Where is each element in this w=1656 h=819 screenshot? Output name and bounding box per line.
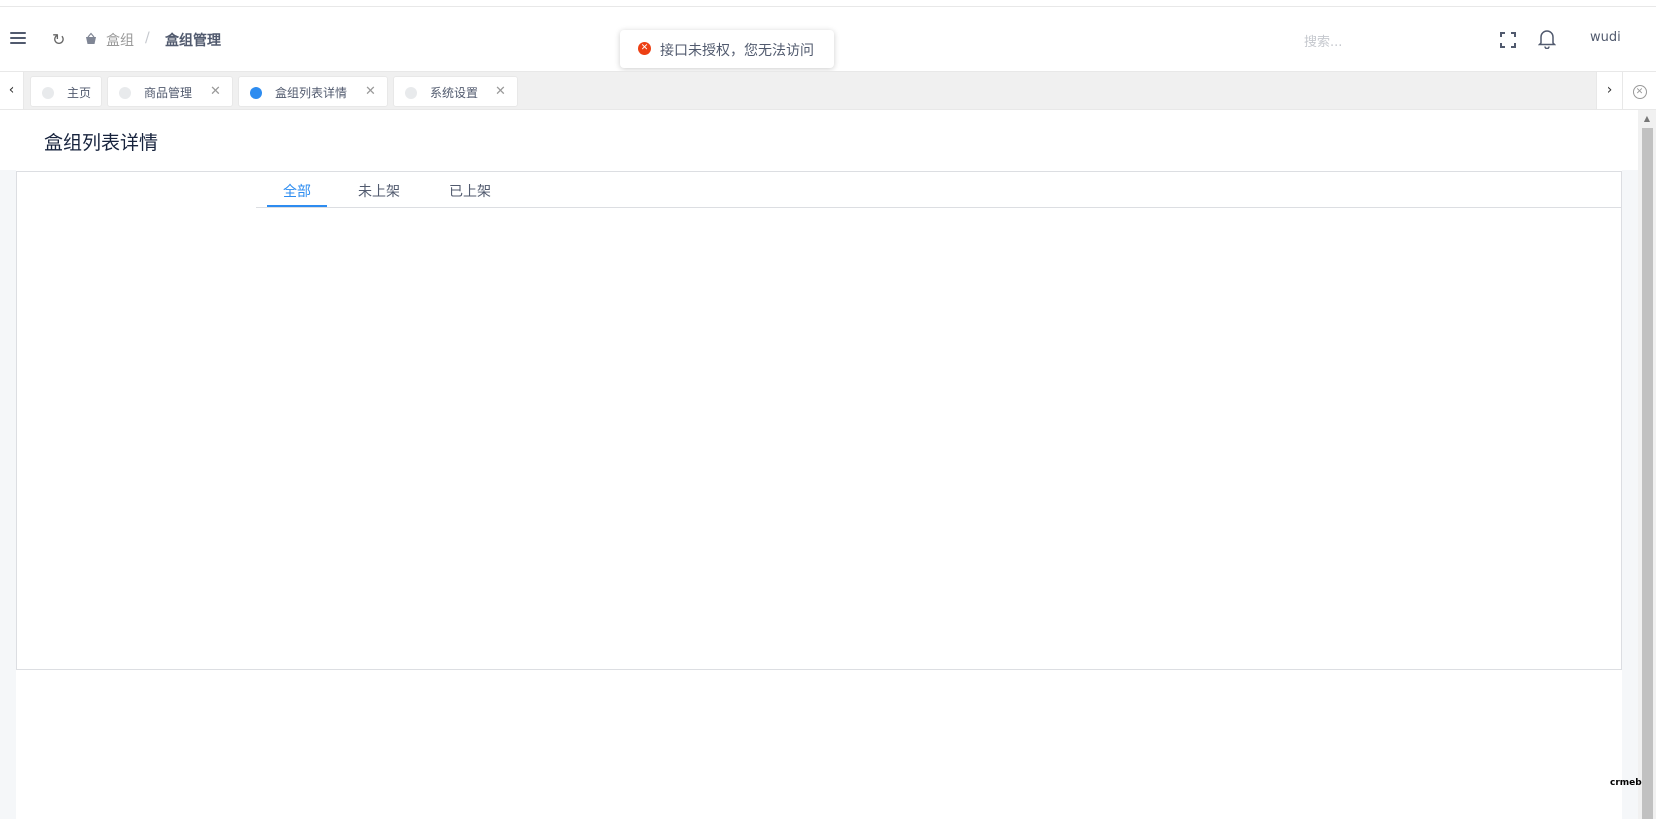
tab-listed[interactable]: 已上架 — [449, 181, 491, 201]
active-tab-indicator — [267, 205, 327, 207]
close-icon[interactable]: ✕ — [210, 84, 221, 99]
close-icon[interactable]: ✕ — [365, 84, 376, 99]
search-input[interactable]: 搜索... — [1304, 31, 1342, 50]
close-icon[interactable]: ✕ — [495, 84, 506, 99]
tab-system-settings[interactable]: 系统设置 ✕ — [393, 76, 518, 107]
tab-status-dot — [42, 87, 54, 99]
breadcrumb-separator: / — [145, 30, 150, 46]
tab-status-dot — [250, 87, 262, 99]
close-all-tabs-button[interactable]: ✕ — [1622, 72, 1656, 109]
basket-icon — [84, 32, 98, 46]
bell-icon[interactable] — [1537, 29, 1557, 50]
tab-not-listed[interactable]: 未上架 — [358, 181, 400, 201]
tab-label: 盒组列表详情 — [275, 86, 348, 100]
group-list-panel — [16, 171, 257, 670]
chevron-left-icon[interactable]: ‹ — [0, 72, 24, 109]
error-toast: ✕ 接口未授权，您无法访问 — [620, 30, 834, 68]
error-icon: ✕ — [638, 42, 651, 55]
chevron-right-icon[interactable]: › — [1596, 72, 1622, 109]
tab-bar: ‹ 主页 商品管理 ✕ 盒组列表详情 ✕ 系统设置 ✕ › ✕ — [0, 71, 1656, 110]
app-window: ↻ 盒组 / 盒组管理 ✕ 接口未授权，您无法访问 搜索... wudi ‹ 主… — [0, 0, 1656, 819]
close-circle-icon: ✕ — [1632, 84, 1647, 99]
tab-home[interactable]: 主页 — [30, 76, 102, 107]
tab-label: 主页 — [67, 86, 92, 100]
crmeb-logo: crmeb — [1610, 778, 1642, 788]
user-name[interactable]: wudi — [1590, 30, 1621, 45]
breadcrumb-item-current: 盒组管理 — [165, 33, 221, 49]
fullscreen-icon[interactable] — [1500, 32, 1516, 48]
menu-icon[interactable] — [10, 32, 26, 46]
tab-product-management[interactable]: 商品管理 ✕ — [107, 76, 233, 107]
product-list-panel — [256, 171, 1622, 670]
refresh-icon[interactable]: ↻ — [52, 32, 65, 48]
page-title: 盒组列表详情 — [44, 132, 159, 154]
tab-status-dot — [405, 87, 417, 99]
tab-all[interactable]: 全部 — [283, 181, 311, 201]
toast-message: 接口未授权，您无法访问 — [660, 43, 814, 59]
tab-label: 系统设置 — [430, 86, 479, 100]
tab-box-group-detail[interactable]: 盒组列表详情 ✕ — [238, 76, 388, 107]
page-header — [0, 110, 1638, 170]
scroll-up-arrow-icon[interactable]: ▲ — [1642, 114, 1652, 124]
tabs-divider — [256, 207, 1622, 208]
breadcrumb-item-group[interactable]: 盒组 — [106, 30, 134, 50]
scrollbar-thumb[interactable] — [1642, 128, 1653, 819]
tab-label: 商品管理 — [144, 86, 193, 100]
tab-status-dot — [119, 87, 131, 99]
